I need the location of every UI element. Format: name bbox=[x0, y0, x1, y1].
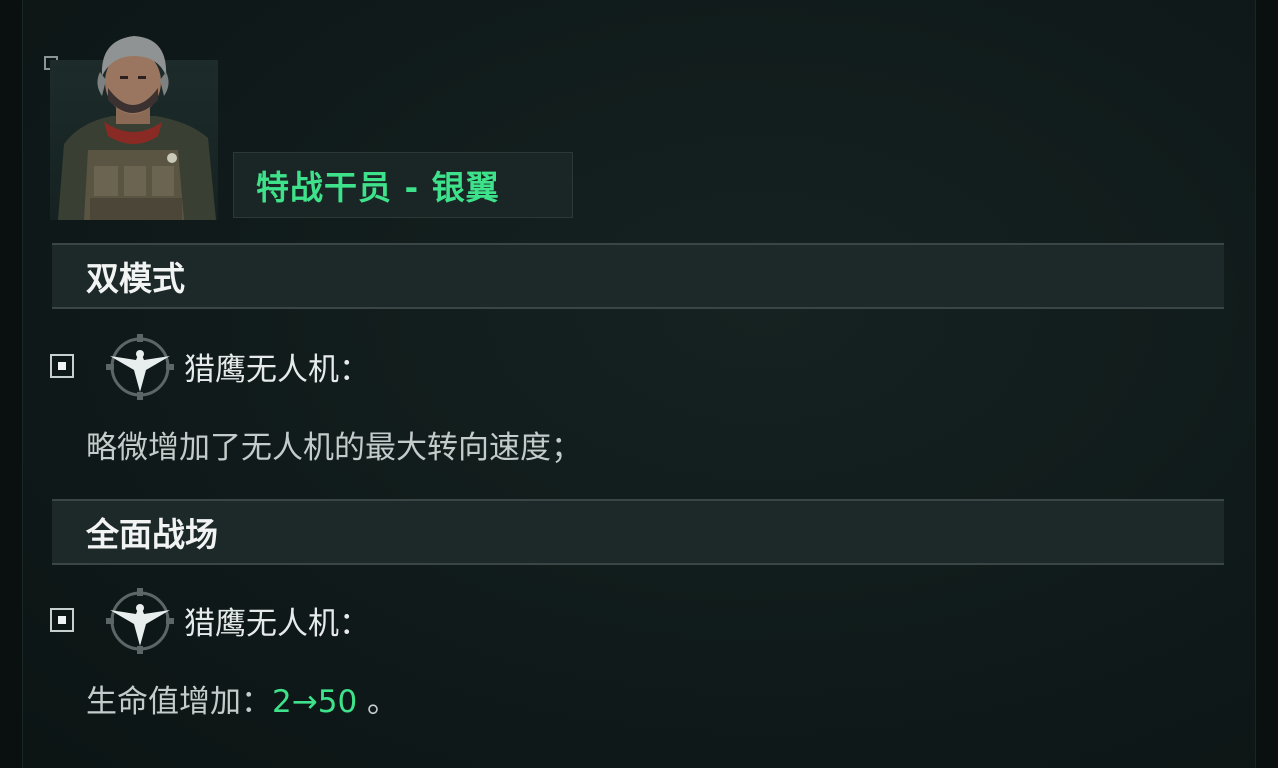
item-label-eagle-drone: 猎鹰无人机： bbox=[184, 352, 370, 388]
operator-portrait bbox=[50, 36, 218, 220]
item-label-eagle-drone: 猎鹰无人机： bbox=[184, 606, 370, 642]
health-to-value: 50 bbox=[317, 684, 358, 720]
eagle-drone-icon bbox=[106, 588, 174, 654]
bullet-marker bbox=[50, 608, 74, 632]
bullet-marker bbox=[50, 354, 74, 378]
arrow-icon: → bbox=[291, 684, 318, 720]
section-header-all-out-warfare: 全面战场 bbox=[52, 499, 1224, 565]
description-prefix: 生命值增加： bbox=[86, 684, 272, 720]
eagle-drone-icon bbox=[106, 334, 174, 400]
section-header-dual-mode: 双模式 bbox=[52, 243, 1224, 309]
section-title: 双模式 bbox=[86, 259, 185, 298]
health-from-value: 2 bbox=[272, 684, 292, 720]
operator-title-box: 特战干员 - 银翼 bbox=[233, 152, 573, 218]
section-title: 全面战场 bbox=[86, 515, 218, 554]
item-description: 生命值增加：2→50 。 bbox=[86, 682, 398, 722]
item-description: 略微增加了无人机的最大转向速度； bbox=[86, 430, 582, 466]
description-suffix: 。 bbox=[367, 684, 399, 720]
operator-portrait-image bbox=[58, 36, 216, 220]
operator-title: 特战干员 - 银翼 bbox=[256, 168, 500, 207]
